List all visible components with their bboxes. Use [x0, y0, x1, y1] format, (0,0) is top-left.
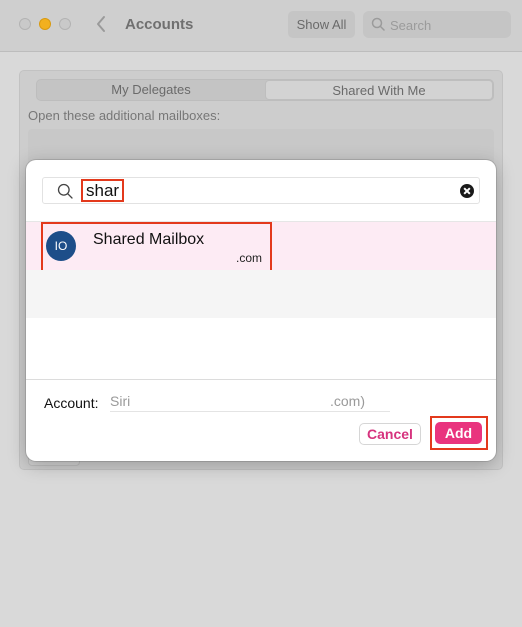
divider [26, 379, 496, 380]
cancel-button[interactable]: Cancel [359, 423, 421, 445]
mailbox-search-field[interactable]: shar [42, 177, 480, 204]
empty-row [26, 270, 496, 318]
search-icon [57, 183, 73, 204]
mailbox-search-input[interactable]: shar [81, 179, 125, 202]
title-bar: Accounts Show All Search [0, 0, 522, 52]
result-email: .com [236, 251, 263, 265]
add-button-highlight-outline: Add [430, 416, 488, 450]
delegation-tabs: My Delegates Shared With Me [36, 79, 494, 101]
zoom-window-button[interactable] [59, 18, 71, 30]
account-label: Account: [44, 395, 99, 411]
shared-mailboxes-instruction: Open these additional mailboxes: [28, 108, 221, 123]
close-window-button[interactable] [19, 18, 31, 30]
minimize-window-button[interactable] [39, 18, 51, 30]
clear-search-icon[interactable] [460, 184, 474, 198]
account-selector[interactable]: Siri .com) [110, 390, 390, 412]
add-mailbox-sheet: shar IO Shared Mailbox .com Account: Sir… [26, 160, 496, 461]
avatar: IO [46, 231, 76, 261]
tab-shared-with-me[interactable]: Shared With Me [265, 80, 493, 100]
back-chevron-icon[interactable] [95, 15, 111, 35]
search-placeholder: Search [390, 18, 432, 33]
show-all-button[interactable]: Show All [288, 11, 355, 38]
result-name: Shared Mailbox [93, 231, 205, 248]
tab-my-delegates[interactable]: My Delegates [37, 80, 265, 100]
search-results-list: IO Shared Mailbox .com [26, 221, 496, 380]
account-name: Siri [110, 393, 131, 409]
empty-row [26, 318, 496, 380]
add-button[interactable]: Add [435, 422, 482, 444]
window-title: Accounts [125, 16, 194, 33]
account-domain: .com) [330, 393, 365, 409]
preferences-search-field[interactable]: Search [363, 11, 511, 38]
result-row-shared-mailbox[interactable]: IO Shared Mailbox .com [26, 222, 496, 272]
search-icon [371, 17, 385, 36]
